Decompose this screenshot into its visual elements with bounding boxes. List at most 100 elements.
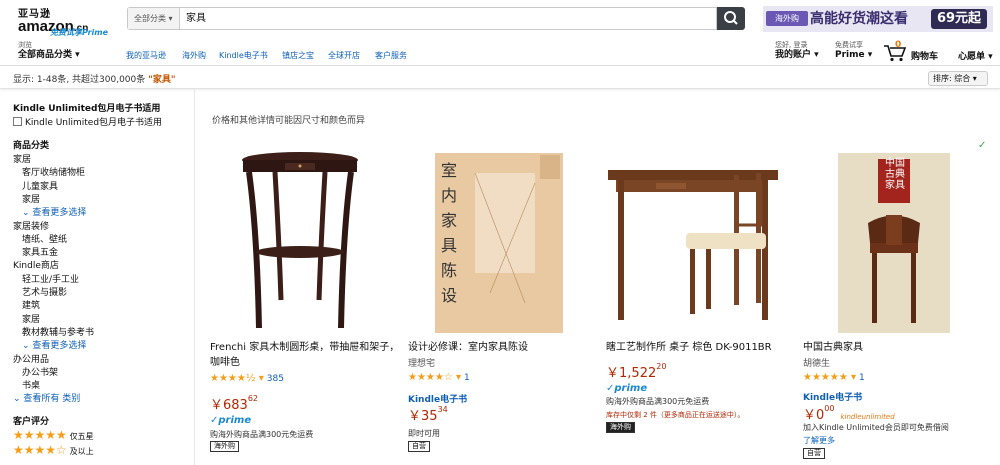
product-card: 瞎工艺制作所 桌子 棕色 DK-9011BR ￥1,52220 ✓prime 购… [606, 150, 796, 465]
chevron-down-icon: ⌄ [22, 208, 33, 219]
category-item[interactable]: 书桌 [22, 378, 40, 391]
product-price[interactable]: ￥3534 [408, 405, 448, 424]
product-title[interactable]: 中国古典家具 [803, 340, 993, 355]
category-item[interactable]: 墙纸、壁纸 [22, 232, 67, 245]
browse-small: 浏览 [18, 41, 32, 49]
overseas-badge: 海外购 [210, 441, 239, 452]
category-item[interactable]: 家居装修 [13, 219, 49, 232]
star-rating-icon: ★★★★★ [13, 428, 67, 442]
product-image-desk[interactable] [606, 165, 786, 325]
star-rating-icon: ★★★★☆ [13, 443, 67, 457]
product-card: Frenchi 家具木制圆形桌，带抽屉和架子，咖啡色 ★★★★½ ▾ 385 ￥6… [210, 150, 400, 465]
product-image-round-table[interactable] [235, 150, 365, 335]
category-item[interactable]: 儿童家具 [22, 179, 58, 192]
category-item[interactable]: 建筑 [22, 298, 40, 311]
category-item[interactable]: 办公用品 [13, 352, 49, 365]
chevron-down-icon: ⌄ [13, 394, 24, 405]
nav-link-deals[interactable]: 镇店之宝 [282, 50, 314, 61]
product-card: 中国古典家具 中国古典家具 胡德生 ★★★★★ ▾ 1 Kindle电子书 ￥00… [803, 150, 993, 465]
shipping-note: 购海外购商品满300元免运费 [606, 397, 710, 406]
category-item[interactable]: 家居 [22, 192, 40, 205]
checkbox-icon [13, 117, 22, 126]
see-more-link[interactable]: ⌄ 查看更多选择 [22, 338, 86, 351]
product-rating[interactable]: ★★★★★ ▾ 1 [803, 372, 865, 383]
promo-banner[interactable]: 海外购 高能好货潮这看 69元起 [763, 6, 993, 32]
prime-menu[interactable]: 免费试享 Prime ▾ [835, 41, 872, 61]
side-check-icon[interactable]: ✓ [978, 140, 986, 151]
product-title[interactable]: 设计必修课：室内家具陈设 [408, 340, 598, 355]
browse-label: 全部商品分类 ▾ [18, 50, 80, 60]
book-cover-title: 室内家具陈设 [441, 161, 458, 305]
promo-price: 69元起 [931, 9, 987, 29]
category-item[interactable]: 办公书架 [22, 365, 58, 378]
search-button[interactable] [717, 7, 745, 30]
book-cover-title: 中国古典家具 [885, 158, 905, 191]
amazon-logo[interactable]: 亚马逊 amazon.cn 免费试享Prime [18, 5, 109, 37]
kindle-unlimited-logo: kindleunlimited [840, 413, 895, 421]
nav-bar: 浏览 全部商品分类 ▾ 我的亚马逊 海外购 Kindle电子书 镇店之宝 全球开… [0, 38, 1000, 66]
account-small: 您好, 登录 [775, 41, 808, 49]
product-title[interactable]: Frenchi 家具木制圆形桌，带抽屉和架子，咖啡色 [210, 340, 400, 370]
review-heading: 客户评分 [13, 417, 50, 427]
availability: 即时可用 [408, 429, 440, 438]
search-input[interactable]: 家具 [186, 8, 206, 29]
star-rating-icon: ★★★★★ [803, 372, 848, 383]
account-menu[interactable]: 您好, 登录 我的账户 ▾ [775, 41, 819, 61]
kindle-format-link[interactable]: Kindle电子书 [803, 390, 862, 403]
cart-count: 0 [895, 40, 902, 50]
category-heading: 商品分类 [13, 141, 50, 151]
category-item[interactable]: 教材教辅与参考书 [22, 325, 94, 338]
see-more-link[interactable]: ⌄ 查看所有 类别 [13, 391, 80, 404]
shipping-note: 购海外购商品满300元免运费 [210, 430, 314, 439]
top-bar: 亚马逊 amazon.cn 免费试享Prime 全部分类 ▾ 家具 海外购 高能… [0, 0, 1000, 38]
promo-text: 高能好货潮这看 [810, 11, 908, 27]
product-author[interactable]: 理想宅 [408, 356, 435, 369]
nav-link-kindle[interactable]: Kindle电子书 [219, 50, 268, 61]
promo-tag: 海外购 [766, 11, 808, 26]
see-more-link[interactable]: ⌄ 查看更多选择 [22, 205, 86, 218]
nav-link-global-selling[interactable]: 全球开店 [328, 50, 360, 61]
review-filter-5[interactable]: ★★★★★ 仅五星 [13, 428, 94, 442]
category-item[interactable]: 轻工业/手工业 [22, 272, 79, 285]
category-item[interactable]: Kindle商店 [13, 258, 59, 271]
product-price[interactable]: ￥1,52220 [606, 362, 666, 381]
wishlist-menu[interactable]: 心愿单 ▾ [958, 52, 993, 63]
product-author[interactable]: 胡德生 [803, 356, 830, 369]
learn-more-link[interactable]: 了解更多 [803, 435, 835, 446]
prime-label: Prime ▾ [835, 50, 873, 60]
category-item[interactable]: 家居 [22, 312, 40, 325]
sort-select[interactable]: 排序: 综合 ▾ [928, 71, 988, 86]
prime-icon: ✓prime [210, 415, 252, 426]
category-item[interactable]: 家居 [13, 152, 31, 165]
results-count: 显示: 1-48条, 共超过300,000条 "家具" [13, 75, 176, 85]
ku-checkbox[interactable]: Kindle Unlimited包月电子书适用 [13, 115, 162, 128]
results-bar: 显示: 1-48条, 共超过300,000条 "家具" 排序: 综合 ▾ [0, 66, 1000, 89]
search-box[interactable]: 全部分类 ▾ 家具 [127, 7, 717, 30]
star-rating-icon: ★★★★½ [210, 373, 256, 384]
search-category-select[interactable]: 全部分类 ▾ [128, 8, 180, 29]
category-item[interactable]: 家具五金 [22, 245, 58, 258]
logo-prime: 免费试享Prime [50, 28, 109, 37]
star-rating-icon: ★★★★☆ [408, 372, 453, 383]
price-notice: 价格和其他详情可能因尺寸和颜色而异 [212, 116, 366, 126]
product-price[interactable]: ￥000kindleunlimited [803, 404, 895, 423]
product-rating[interactable]: ★★★★½ ▾ 385 [210, 373, 284, 384]
self-operated-badge: 自营 [408, 441, 430, 452]
cart-label: 购物车 [911, 52, 939, 62]
account-label: 我的账户 ▾ [775, 50, 819, 60]
filter-sidebar: Kindle Unlimited包月电子书适用 Kindle Unlimited… [0, 89, 195, 465]
nav-link-my-amazon[interactable]: 我的亚马逊 [126, 50, 166, 61]
browse-menu[interactable]: 浏览 全部商品分类 ▾ [18, 41, 80, 61]
nav-link-customer-service[interactable]: 客户服务 [375, 50, 407, 61]
search-icon [724, 11, 738, 25]
nav-link-overseas[interactable]: 海外购 [182, 50, 206, 61]
product-rating[interactable]: ★★★★☆ ▾ 1 [408, 372, 470, 383]
overseas-badge: 海外购 [606, 422, 635, 433]
product-title[interactable]: 瞎工艺制作所 桌子 棕色 DK-9011BR [606, 340, 796, 355]
review-filter-4[interactable]: ★★★★☆ 及以上 [13, 443, 94, 457]
stock-note: 库存中仅剩 2 件（更多商品正在运送途中）。 [606, 411, 745, 419]
category-item[interactable]: 艺术与摄影 [22, 285, 67, 298]
kindle-format-link[interactable]: Kindle电子书 [408, 392, 467, 405]
category-item[interactable]: 客厅收纳储物柜 [22, 165, 85, 178]
product-price[interactable]: ￥68362 [210, 394, 258, 413]
